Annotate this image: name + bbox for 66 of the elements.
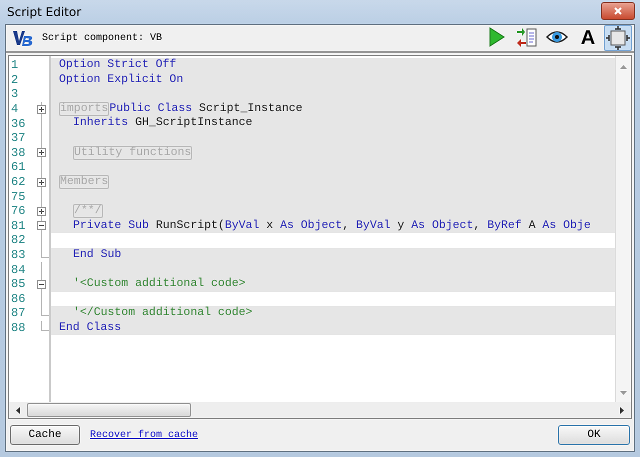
code-keyword: Option Explicit On [59,72,184,88]
code-keyword: Public Class [109,102,192,116]
vb-logo-icon [12,28,34,48]
component-label: Script component: VB [42,32,164,44]
expand-icon[interactable] [37,206,46,216]
close-button[interactable] [601,2,635,20]
code-keyword: Private Sub [73,218,149,234]
scroll-right-icon [619,406,625,414]
ok-button[interactable]: OK [558,425,630,445]
expand-icon[interactable] [37,148,46,158]
close-icon [612,6,624,16]
line-number: 37 [10,131,26,146]
code-keyword: ByVal [224,218,260,234]
recover-link[interactable]: Recover from cache [90,430,198,440]
horizontal-scrollbar[interactable] [8,402,632,419]
cache-button[interactable]: Cache [10,425,80,445]
collapse-icon[interactable] [37,221,46,230]
line-number: 86 [10,292,26,306]
line-number: 4 [10,102,20,116]
line-number: 61 [10,160,26,174]
code-text: y [396,218,406,234]
line-number: 88 [10,320,26,335]
code-keyword: ByVal [356,218,391,234]
line-number: 3 [10,87,20,102]
line-number: 38 [10,146,26,160]
code-keyword: End Sub [73,248,122,262]
collapse-icon[interactable] [37,280,46,289]
scroll-up-icon [619,64,628,70]
code-keyword: As Obje [542,218,591,234]
line-number: 87 [10,306,26,320]
scroll-thumb[interactable] [27,403,191,417]
fold-guide [41,320,49,331]
line-number: 83 [10,248,26,262]
line-number: 85 [10,277,26,292]
line-number: 2 [10,72,20,87]
code-text: x [265,218,274,234]
scroll-down-icon [619,390,628,396]
line-number: 1 [10,58,20,72]
line-number: 84 [10,262,26,277]
code-text: GH_ScriptInstance [134,116,252,131]
code-keyword: Option Strict Off [59,58,176,73]
expand-icon[interactable] [37,104,46,114]
code-text: , [342,218,350,234]
code-keyword: End Class [59,320,122,336]
code-comment: '</Custom additional code> [73,306,252,321]
code-text: Script_Instance [198,102,303,116]
code-text: , [473,218,482,234]
code-text: A [528,218,537,234]
code-keyword: ByRef [487,218,522,234]
window-title: Script Editor [6,5,82,19]
scroll-left-icon [15,406,21,414]
line-number: 36 [10,116,26,131]
code-keyword: Inherits [73,116,128,131]
line-number: 76 [10,204,26,218]
window-button[interactable] [604,25,632,51]
code-text: RunScript( [154,218,225,234]
expand-icon[interactable] [37,178,46,187]
line-number: 75 [10,190,26,204]
line-number: 62 [10,175,26,190]
vertical-scrollbar[interactable] [615,56,631,402]
line-number: 82 [10,233,26,248]
line-number: 81 [10,218,26,233]
code-keyword: As Object [280,218,342,234]
code-comment: '<Custom additional code> [73,276,246,292]
font-button[interactable]: A [574,25,602,51]
code-keyword: As Object [411,218,474,234]
